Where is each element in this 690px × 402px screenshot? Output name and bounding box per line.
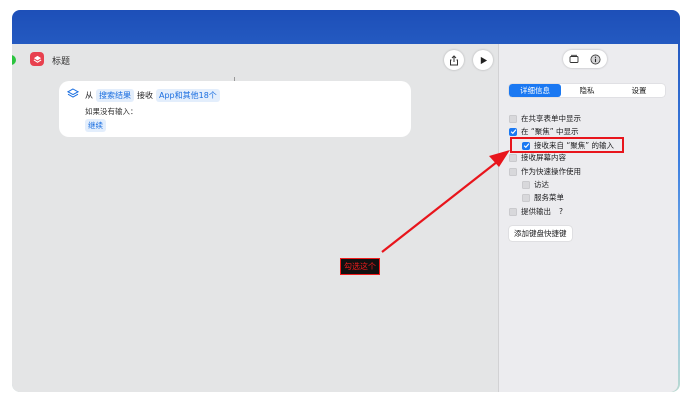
details-panel: 详细信息 隐私 设置 在共享表单中显示 在 “聚焦” 中显示 接收来自 “聚焦”… xyxy=(498,44,678,392)
tab-details[interactable]: 详细信息 xyxy=(509,84,561,97)
option-receive-screen[interactable]: 接收屏幕内容 xyxy=(509,152,566,163)
option-provide-output[interactable]: 提供输出 ? xyxy=(509,206,563,217)
share-sheet-checkbox[interactable] xyxy=(509,114,517,123)
from-label: 从 xyxy=(85,91,93,100)
quick-action-checkbox[interactable] xyxy=(509,167,517,176)
window-title[interactable]: 标题 xyxy=(52,54,70,67)
quick-action-label: 作为快速操作使用 xyxy=(521,167,581,176)
option-quick-action[interactable]: 作为快速操作使用 xyxy=(509,166,581,177)
help-icon[interactable]: ? xyxy=(559,207,563,216)
provide-output-label: 提供输出 xyxy=(521,207,551,216)
info-icon[interactable] xyxy=(590,54,601,65)
receive-screen-checkbox[interactable] xyxy=(509,153,517,162)
shortcuts-window: 标题 从 搜索结果 接收 App和其他18个 如果没有输入： 继续 详细信息 隐 xyxy=(12,44,678,392)
option-share-sheet[interactable]: 在共享表单中显示 xyxy=(509,113,581,124)
option-finder[interactable]: 访达 xyxy=(522,179,549,190)
input-types-token[interactable]: App和其他18个 xyxy=(156,89,220,102)
play-icon xyxy=(480,56,487,64)
provide-output-checkbox[interactable] xyxy=(509,207,517,216)
annotation-highlight-box xyxy=(510,137,624,153)
services-menu-label: 服务菜单 xyxy=(534,193,564,202)
continue-token[interactable]: 继续 xyxy=(85,119,106,132)
option-show-in-focus[interactable]: 在 “聚焦” 中显示 xyxy=(509,126,579,137)
tab-settings[interactable]: 设置 xyxy=(613,84,665,97)
library-icon[interactable] xyxy=(569,54,579,64)
no-input-label: 如果没有输入： xyxy=(85,107,138,116)
share-icon xyxy=(450,54,458,65)
checkmark-icon xyxy=(510,129,516,135)
layers-icon xyxy=(67,88,79,98)
tab-privacy[interactable]: 隐私 xyxy=(561,84,613,97)
shortcut-icon[interactable] xyxy=(30,52,44,66)
titlebar: 标题 xyxy=(12,44,498,76)
finder-label: 访达 xyxy=(534,180,549,189)
action-summary: 从 搜索结果 接收 App和其他18个 xyxy=(85,89,220,102)
services-menu-checkbox[interactable] xyxy=(522,193,530,202)
run-button[interactable] xyxy=(473,50,493,70)
receive-action-card[interactable]: 从 搜索结果 接收 App和其他18个 如果没有输入： 继续 xyxy=(59,81,411,137)
share-button[interactable] xyxy=(444,50,464,70)
show-in-focus-label: 在 “聚焦” 中显示 xyxy=(521,127,579,136)
share-sheet-label: 在共享表单中显示 xyxy=(521,114,581,123)
panel-tabs: 详细信息 隐私 设置 xyxy=(509,84,665,97)
panel-toggle-group xyxy=(563,50,607,68)
zoom-button[interactable] xyxy=(12,55,16,65)
add-keyboard-shortcut-button[interactable]: 添加键盘快捷键 xyxy=(509,226,572,241)
search-results-token[interactable]: 搜索结果 xyxy=(96,89,134,102)
annotation-label: 勾选这个 xyxy=(340,258,380,275)
show-in-focus-checkbox[interactable] xyxy=(509,127,517,136)
option-services-menu[interactable]: 服务菜单 xyxy=(522,192,564,203)
receive-screen-label: 接收屏幕内容 xyxy=(521,153,566,162)
finder-checkbox[interactable] xyxy=(522,180,530,189)
receive-label: 接收 xyxy=(137,91,153,100)
